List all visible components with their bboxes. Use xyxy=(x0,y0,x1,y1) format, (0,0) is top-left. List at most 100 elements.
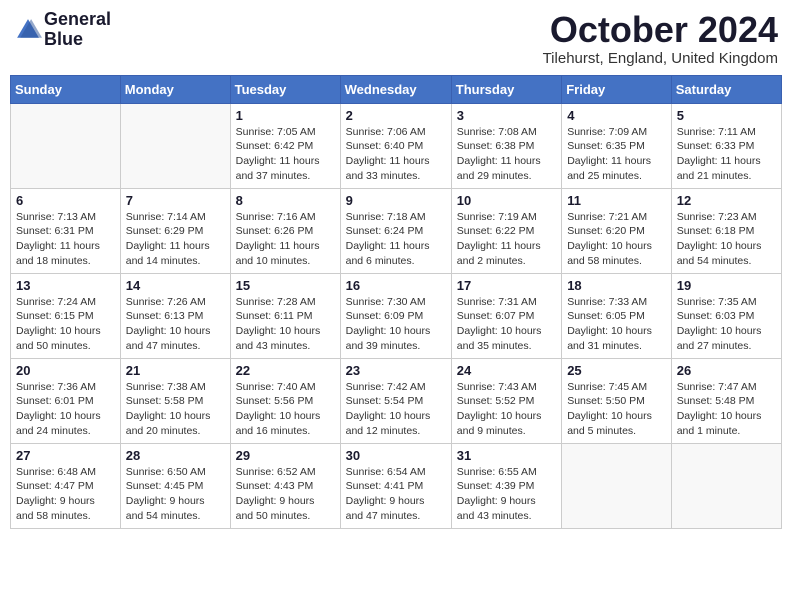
daylight-minutes: and 29 minutes. xyxy=(457,170,532,182)
sunrise-text: Sunrise: 6:48 AM xyxy=(16,466,96,478)
sunrise-text: Sunrise: 7:13 AM xyxy=(16,211,96,223)
weekday-header: Wednesday xyxy=(340,75,451,103)
day-info: Sunrise: 7:31 AMSunset: 6:07 PMDaylight:… xyxy=(457,295,556,354)
daylight-text: Daylight: 10 hours xyxy=(16,410,101,422)
calendar-cell: 28Sunrise: 6:50 AMSunset: 4:45 PMDayligh… xyxy=(120,443,230,528)
daylight-minutes: and 27 minutes. xyxy=(677,340,752,352)
day-number: 19 xyxy=(677,278,776,293)
sunrise-text: Sunrise: 7:45 AM xyxy=(567,381,647,393)
daylight-text: Daylight: 10 hours xyxy=(16,325,101,337)
day-number: 4 xyxy=(567,108,666,123)
weekday-header: Friday xyxy=(562,75,672,103)
daylight-minutes: and 6 minutes. xyxy=(346,255,415,267)
sunset-text: Sunset: 6:22 PM xyxy=(457,225,535,237)
daylight-minutes: and 35 minutes. xyxy=(457,340,532,352)
day-info: Sunrise: 6:52 AMSunset: 4:43 PMDaylight:… xyxy=(236,465,335,524)
day-number: 29 xyxy=(236,448,335,463)
title-block: October 2024 Tilehurst, England, United … xyxy=(543,10,778,67)
daylight-text: Daylight: 9 hours xyxy=(126,495,205,507)
daylight-text: Daylight: 10 hours xyxy=(677,325,762,337)
weekday-header: Monday xyxy=(120,75,230,103)
daylight-minutes: and 58 minutes. xyxy=(16,510,91,522)
sunset-text: Sunset: 6:18 PM xyxy=(677,225,755,237)
page-header: General Blue October 2024 Tilehurst, Eng… xyxy=(10,10,782,67)
day-number: 24 xyxy=(457,363,556,378)
day-info: Sunrise: 7:05 AMSunset: 6:42 PMDaylight:… xyxy=(236,125,335,184)
sunrise-text: Sunrise: 7:16 AM xyxy=(236,211,316,223)
daylight-minutes: and 16 minutes. xyxy=(236,425,311,437)
sunrise-text: Sunrise: 7:35 AM xyxy=(677,296,757,308)
sunrise-text: Sunrise: 6:50 AM xyxy=(126,466,206,478)
logo: General Blue xyxy=(14,10,111,50)
day-info: Sunrise: 7:24 AMSunset: 6:15 PMDaylight:… xyxy=(16,295,115,354)
calendar-cell: 4Sunrise: 7:09 AMSunset: 6:35 PMDaylight… xyxy=(562,103,672,188)
daylight-text: Daylight: 9 hours xyxy=(16,495,95,507)
calendar-cell: 22Sunrise: 7:40 AMSunset: 5:56 PMDayligh… xyxy=(230,358,340,443)
calendar-cell: 11Sunrise: 7:21 AMSunset: 6:20 PMDayligh… xyxy=(562,188,672,273)
sunset-text: Sunset: 6:38 PM xyxy=(457,140,535,152)
daylight-text: Daylight: 10 hours xyxy=(677,240,762,252)
daylight-text: Daylight: 10 hours xyxy=(236,410,321,422)
daylight-text: Daylight: 11 hours xyxy=(457,155,541,167)
calendar-cell: 9Sunrise: 7:18 AMSunset: 6:24 PMDaylight… xyxy=(340,188,451,273)
daylight-text: Daylight: 10 hours xyxy=(346,325,431,337)
sunset-text: Sunset: 5:54 PM xyxy=(346,395,424,407)
sunrise-text: Sunrise: 7:19 AM xyxy=(457,211,537,223)
location: Tilehurst, England, United Kingdom xyxy=(543,50,778,67)
daylight-minutes: and 5 minutes. xyxy=(567,425,636,437)
daylight-text: Daylight: 11 hours xyxy=(457,240,541,252)
sunrise-text: Sunrise: 7:06 AM xyxy=(346,126,426,138)
day-number: 10 xyxy=(457,193,556,208)
sunset-text: Sunset: 6:07 PM xyxy=(457,310,535,322)
daylight-minutes: and 50 minutes. xyxy=(16,340,91,352)
month-title: October 2024 xyxy=(543,10,778,50)
sunrise-text: Sunrise: 7:40 AM xyxy=(236,381,316,393)
sunrise-text: Sunrise: 7:14 AM xyxy=(126,211,206,223)
day-number: 21 xyxy=(126,363,225,378)
calendar-table: SundayMondayTuesdayWednesdayThursdayFrid… xyxy=(10,75,782,529)
calendar-cell: 1Sunrise: 7:05 AMSunset: 6:42 PMDaylight… xyxy=(230,103,340,188)
sunset-text: Sunset: 5:50 PM xyxy=(567,395,645,407)
calendar-cell: 30Sunrise: 6:54 AMSunset: 4:41 PMDayligh… xyxy=(340,443,451,528)
calendar-cell: 5Sunrise: 7:11 AMSunset: 6:33 PMDaylight… xyxy=(671,103,781,188)
sunrise-text: Sunrise: 7:47 AM xyxy=(677,381,757,393)
sunset-text: Sunset: 6:42 PM xyxy=(236,140,314,152)
daylight-text: Daylight: 10 hours xyxy=(677,410,762,422)
sunset-text: Sunset: 6:29 PM xyxy=(126,225,204,237)
day-number: 25 xyxy=(567,363,666,378)
sunrise-text: Sunrise: 6:55 AM xyxy=(457,466,537,478)
calendar-cell xyxy=(120,103,230,188)
daylight-text: Daylight: 10 hours xyxy=(126,325,211,337)
day-info: Sunrise: 7:16 AMSunset: 6:26 PMDaylight:… xyxy=(236,210,335,269)
daylight-minutes: and 37 minutes. xyxy=(236,170,311,182)
daylight-minutes: and 21 minutes. xyxy=(677,170,752,182)
calendar-cell: 8Sunrise: 7:16 AMSunset: 6:26 PMDaylight… xyxy=(230,188,340,273)
sunset-text: Sunset: 5:56 PM xyxy=(236,395,314,407)
daylight-minutes: and 39 minutes. xyxy=(346,340,421,352)
weekday-header: Sunday xyxy=(11,75,121,103)
day-info: Sunrise: 6:50 AMSunset: 4:45 PMDaylight:… xyxy=(126,465,225,524)
daylight-minutes: and 31 minutes. xyxy=(567,340,642,352)
daylight-text: Daylight: 11 hours xyxy=(346,155,430,167)
day-number: 3 xyxy=(457,108,556,123)
daylight-text: Daylight: 10 hours xyxy=(567,410,652,422)
day-number: 6 xyxy=(16,193,115,208)
sunrise-text: Sunrise: 7:05 AM xyxy=(236,126,316,138)
day-number: 11 xyxy=(567,193,666,208)
sunrise-text: Sunrise: 7:42 AM xyxy=(346,381,426,393)
logo-icon xyxy=(14,16,42,44)
sunset-text: Sunset: 4:41 PM xyxy=(346,480,424,492)
daylight-minutes: and 20 minutes. xyxy=(126,425,201,437)
calendar-week-row: 6Sunrise: 7:13 AMSunset: 6:31 PMDaylight… xyxy=(11,188,782,273)
day-number: 7 xyxy=(126,193,225,208)
calendar-week-row: 27Sunrise: 6:48 AMSunset: 4:47 PMDayligh… xyxy=(11,443,782,528)
calendar-week-row: 13Sunrise: 7:24 AMSunset: 6:15 PMDayligh… xyxy=(11,273,782,358)
calendar-cell: 7Sunrise: 7:14 AMSunset: 6:29 PMDaylight… xyxy=(120,188,230,273)
daylight-minutes: and 50 minutes. xyxy=(236,510,311,522)
sunset-text: Sunset: 5:52 PM xyxy=(457,395,535,407)
day-info: Sunrise: 7:26 AMSunset: 6:13 PMDaylight:… xyxy=(126,295,225,354)
daylight-minutes: and 54 minutes. xyxy=(126,510,201,522)
daylight-minutes: and 9 minutes. xyxy=(457,425,526,437)
day-number: 26 xyxy=(677,363,776,378)
sunrise-text: Sunrise: 7:33 AM xyxy=(567,296,647,308)
